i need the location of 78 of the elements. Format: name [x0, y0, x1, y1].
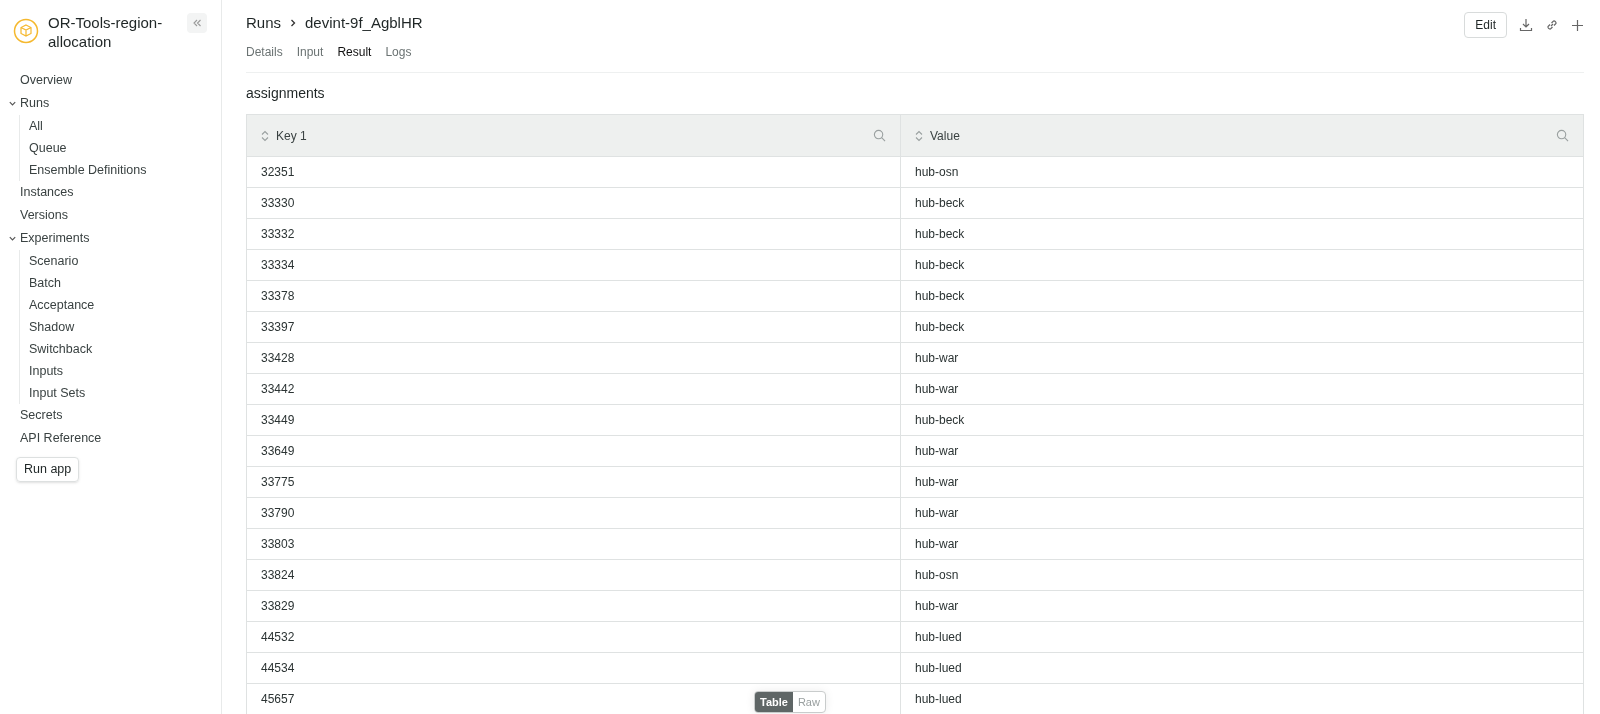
column-header[interactable]: Key 1	[247, 115, 901, 156]
section-title: assignments	[246, 84, 326, 103]
table-cell-text: hub-beck	[914, 288, 966, 305]
table-cell: 33330	[247, 188, 901, 218]
search-icon[interactable]	[1556, 129, 1569, 142]
chevron-icon	[8, 234, 17, 243]
sidebar-subitem[interactable]: Switchback	[29, 338, 221, 360]
table-cell: 33428	[247, 343, 901, 373]
table-cell-text: hub-beck	[914, 319, 966, 336]
chevron-right-icon	[289, 18, 298, 29]
table-cell-text: hub-osn	[914, 567, 960, 584]
collapse-sidebar-button[interactable]	[187, 13, 207, 33]
tab[interactable]: Logs	[385, 43, 412, 61]
tab[interactable]: Details	[246, 43, 283, 61]
breadcrumb-link[interactable]: Runs	[246, 12, 282, 35]
table-cell-text: hub-war	[914, 474, 960, 491]
tab[interactable]: Result	[337, 43, 372, 61]
table-cell-text: hub-war	[914, 536, 960, 553]
table-cell-text: hub-lued	[914, 691, 963, 708]
table-cell-text: hub-war	[914, 443, 960, 460]
sidebar-subitem[interactable]: Scenario	[29, 250, 221, 272]
double-chevron-icon	[192, 18, 202, 28]
view-toggle-option[interactable]: Table	[755, 692, 793, 712]
table-cell: 33449	[247, 405, 901, 435]
sidebar-item[interactable]: Instances	[0, 181, 221, 204]
table-cell: 33332	[247, 219, 901, 249]
tab[interactable]: Input	[296, 43, 324, 61]
table-cell-text: hub-beck	[914, 195, 966, 212]
sidebar-subitem[interactable]: Acceptance	[29, 294, 221, 316]
link-icon[interactable]	[1545, 18, 1559, 32]
sidebar-item[interactable]: Versions	[0, 204, 221, 227]
table-cell-text: hub-beck	[914, 257, 966, 274]
table-cell-text: hub-war	[914, 505, 960, 522]
table-cell: 44532	[247, 622, 901, 652]
table-cell: 33442	[247, 374, 901, 404]
sidebar-item[interactable]: Overview	[0, 69, 221, 92]
sidebar-subitem[interactable]: Ensemble Definitions	[29, 159, 221, 181]
table-cell-text: hub-osn	[914, 164, 960, 181]
run-title: devint-9f_AgblHR	[305, 13, 423, 33]
table-cell-text: hub-beck	[914, 412, 966, 429]
edit-button[interactable]: Edit	[1464, 12, 1507, 38]
download-icon[interactable]	[1519, 18, 1533, 32]
sidebar-item[interactable]: API Reference	[0, 427, 221, 450]
sort-icon[interactable]	[915, 129, 923, 142]
table-cell: 33397	[247, 312, 901, 342]
table-cell: 33649	[247, 436, 901, 466]
table-cell: 33775	[247, 467, 901, 497]
table-cell-text: hub-war	[914, 350, 960, 367]
search-icon[interactable]	[873, 129, 886, 142]
chevron-icon	[8, 99, 17, 108]
sidebar-item[interactable]: Runs	[0, 92, 221, 115]
sidebar-subitem[interactable]: Inputs	[29, 360, 221, 382]
sidebar-subitem[interactable]: Shadow	[29, 316, 221, 338]
table-cell-text: hub-lued	[914, 629, 963, 646]
table-cell: 33334	[247, 250, 901, 280]
sidebar-subitem[interactable]: Queue	[29, 137, 221, 159]
table-cell: 33790	[247, 498, 901, 528]
table-cell: 33378	[247, 281, 901, 311]
column-header[interactable]: Value	[901, 115, 1583, 156]
table-cell: 44534	[247, 653, 901, 683]
sidebar-item[interactable]: Secrets	[0, 404, 221, 427]
app-title: OR-Tools-region-allocation	[48, 13, 164, 51]
table-cell-text: hub-war	[914, 381, 960, 398]
table-cell-text: hub-war	[914, 598, 960, 615]
table-cell: 33824	[247, 560, 901, 590]
sidebar-subitem[interactable]: Batch	[29, 272, 221, 294]
sidebar-subitem[interactable]: Input Sets	[29, 382, 221, 404]
plus-icon[interactable]	[1571, 18, 1584, 32]
run-app-button[interactable]: Run app	[16, 457, 80, 482]
sort-icon[interactable]	[261, 129, 269, 142]
table-cell-text: hub-lued	[914, 660, 963, 677]
table-cell: 33829	[247, 591, 901, 621]
sidebar-subitem[interactable]: All	[29, 115, 221, 137]
table-cell: 33803	[247, 529, 901, 559]
sidebar-item[interactable]: Experiments	[0, 227, 221, 250]
table-cell: 32351	[247, 157, 901, 187]
table-cell-text: hub-beck	[914, 226, 966, 243]
cube-logo-icon	[13, 18, 39, 44]
